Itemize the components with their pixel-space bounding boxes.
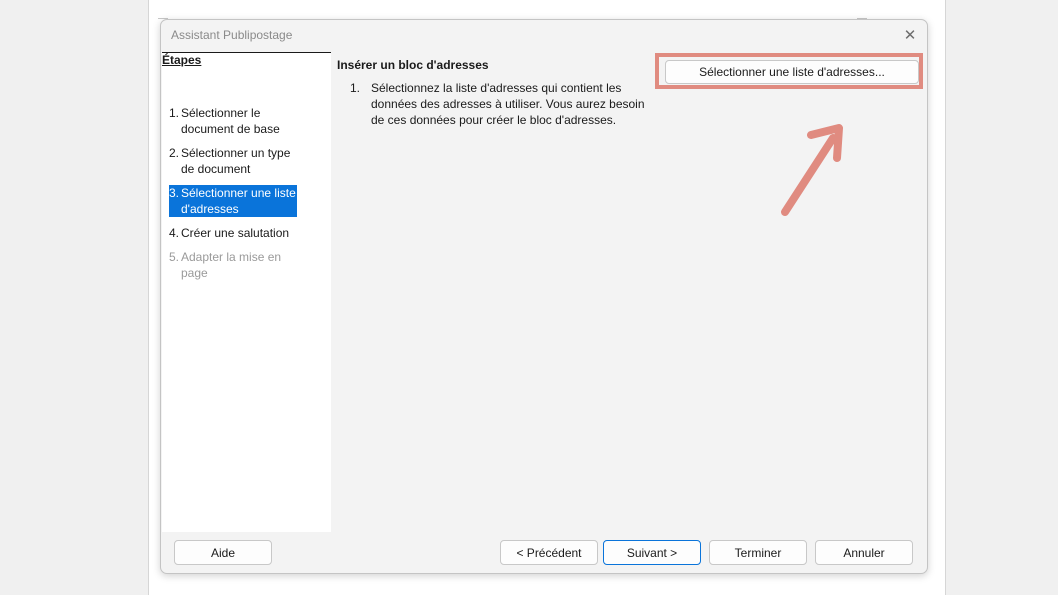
step-label: Sélectionner le document de base — [181, 106, 280, 136]
steps-panel: Étapes 1. Sélectionner le document de ba… — [162, 52, 331, 532]
title-bar: Assistant Publipostage ✕ — [161, 20, 927, 50]
step-create-salutation[interactable]: 4. Créer une salutation — [169, 225, 297, 241]
cancel-button[interactable]: Annuler — [815, 540, 913, 565]
instruction-text: Sélectionnez la liste d'adresses qui con… — [371, 81, 645, 127]
arrow-icon — [781, 124, 843, 216]
step-label: Adapter la mise en page — [181, 250, 282, 280]
step-select-address-list[interactable]: 3. Sélectionner une liste d'adresses — [169, 185, 297, 217]
dialog-title: Assistant Publipostage — [171, 28, 293, 42]
step-number: 1. — [169, 106, 180, 120]
close-button[interactable]: ✕ — [899, 24, 921, 46]
back-button[interactable]: < Précédent — [500, 540, 598, 565]
instruction-number: 1. — [350, 81, 361, 95]
step-label: Sélectionner un type de document — [181, 146, 291, 176]
steps-heading: Étapes — [162, 52, 331, 67]
close-icon: ✕ — [903, 27, 917, 44]
next-button[interactable]: Suivant > — [603, 540, 701, 565]
instruction: 1. Sélectionnez la liste d'adresses qui … — [350, 80, 650, 128]
help-button[interactable]: Aide — [174, 540, 272, 565]
step-number: 2. — [169, 146, 180, 160]
section-title: Insérer un bloc d'adresses — [337, 58, 489, 72]
finish-button[interactable]: Terminer — [709, 540, 807, 565]
step-select-document-type[interactable]: 2. Sélectionner un type de document — [169, 145, 297, 177]
screen: Assistant Publipostage ✕ Étapes 1. Sélec… — [0, 0, 1058, 595]
step-label: Créer une salutation — [181, 226, 290, 240]
step-label: Sélectionner une liste d'adresses — [181, 186, 296, 216]
step-number: 4. — [169, 226, 180, 240]
step-number: 5. — [169, 250, 180, 264]
step-adjust-layout: 5. Adapter la mise en page — [169, 249, 297, 281]
step-select-base-document[interactable]: 1. Sélectionner le document de base — [169, 105, 297, 137]
step-number: 3. — [169, 186, 180, 200]
mail-merge-wizard-dialog: Assistant Publipostage ✕ Étapes 1. Sélec… — [160, 19, 928, 574]
select-address-list-button[interactable]: Sélectionner une liste d'adresses... — [665, 60, 919, 84]
